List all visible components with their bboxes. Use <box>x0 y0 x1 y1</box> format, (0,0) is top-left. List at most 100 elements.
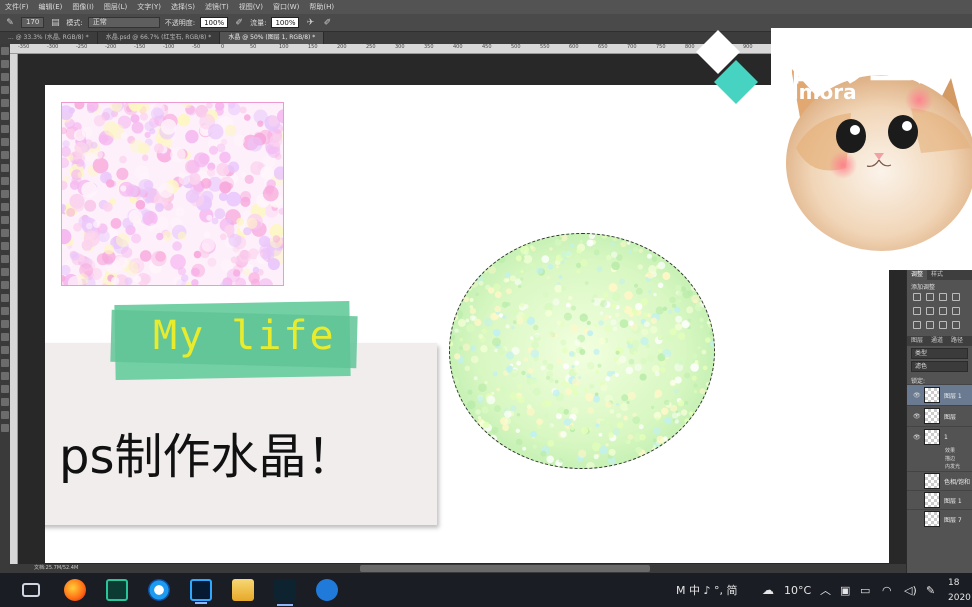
layer-row[interactable]: 👁 图层 1 <box>907 384 972 405</box>
layer-row[interactable]: 色相/饱和 <box>907 471 972 490</box>
tab-layers[interactable]: 图层 <box>907 336 927 346</box>
tool-button-icon[interactable] <box>1 268 9 276</box>
visibility-eye-icon[interactable]: 👁 <box>913 392 921 399</box>
menu-item[interactable]: 文件(F) <box>0 2 34 12</box>
posterize-icon[interactable] <box>926 321 934 329</box>
tool-button-icon[interactable] <box>1 346 9 354</box>
tab-doc-2[interactable]: 水晶.psd @ 66.7% (红宝石, RGB/8) * <box>98 32 221 44</box>
pen-icon[interactable]: ✎ <box>926 573 935 607</box>
menu-item[interactable]: 视图(V) <box>234 2 268 12</box>
levels-icon[interactable] <box>926 293 934 301</box>
curves-icon[interactable] <box>939 293 947 301</box>
tray-chevron-icon[interactable]: ︿ <box>820 573 831 607</box>
tool-button-icon[interactable] <box>1 138 9 146</box>
layer-effects-label[interactable]: 效果 <box>907 447 972 455</box>
brightness-icon[interactable] <box>913 293 921 301</box>
file-explorer-icon[interactable] <box>232 579 254 601</box>
tab-styles[interactable]: 样式 <box>927 270 947 280</box>
audition-icon[interactable] <box>106 579 128 601</box>
layer-row[interactable]: 图层 7 <box>907 509 972 528</box>
tool-button-icon[interactable] <box>1 177 9 185</box>
tab-paths[interactable]: 路径 <box>947 336 967 346</box>
battery-icon[interactable]: ▭ <box>860 573 870 607</box>
tool-button-icon[interactable] <box>1 385 9 393</box>
tool-button-icon[interactable] <box>1 112 9 120</box>
black-white-icon[interactable] <box>952 307 960 315</box>
flow-field[interactable]: 100% <box>271 17 300 28</box>
tool-button-icon[interactable] <box>1 203 9 211</box>
layer-row[interactable]: 👁 图层 <box>907 405 972 426</box>
vibrance-icon[interactable] <box>913 307 921 315</box>
brush-panel-icon[interactable]: ▤ <box>49 17 61 29</box>
brush-size-picker[interactable]: 170 <box>21 17 45 28</box>
tool-button-icon[interactable] <box>1 411 9 419</box>
tool-button-icon[interactable] <box>1 164 9 172</box>
tool-button-icon[interactable] <box>1 294 9 302</box>
hue-saturation-icon[interactable] <box>926 307 934 315</box>
weather-icon[interactable]: ☁ <box>762 573 774 607</box>
tray-app-icon[interactable]: ▣ <box>840 573 850 607</box>
photoshop-icon[interactable] <box>190 579 212 604</box>
airbrush-icon[interactable]: ✈ <box>304 17 316 29</box>
tool-button-icon[interactable] <box>1 229 9 237</box>
clock-date[interactable]: 2020 <box>948 581 971 607</box>
tab-doc-1[interactable]: ... @ 33.3% (水晶, RGB/8) * <box>0 32 98 44</box>
brush-tool-icon[interactable]: ✎ <box>4 17 16 29</box>
tool-button-icon[interactable] <box>1 255 9 263</box>
tool-button-icon[interactable] <box>1 47 9 55</box>
tool-button-icon[interactable] <box>1 398 9 406</box>
horizontal-scrollbar[interactable] <box>110 564 906 573</box>
tool-button-icon[interactable] <box>1 372 9 380</box>
ime-indicator[interactable]: M 中 ♪ °, 简 <box>676 573 738 607</box>
visibility-eye-icon[interactable]: 👁 <box>913 434 921 441</box>
menu-item[interactable]: 图层(L) <box>99 2 132 12</box>
threshold-icon[interactable] <box>939 321 947 329</box>
tool-button-icon[interactable] <box>1 151 9 159</box>
opacity-field[interactable]: 100% <box>200 17 229 28</box>
tool-button-icon[interactable] <box>1 73 9 81</box>
menu-item[interactable]: 图像(I) <box>67 2 99 12</box>
menu-item[interactable]: 帮助(H) <box>304 2 339 12</box>
mode-select[interactable]: 正常 <box>87 17 160 28</box>
layer-kind-filter[interactable]: 类型 <box>911 348 968 359</box>
invert-icon[interactable] <box>913 321 921 329</box>
tool-button-icon[interactable] <box>1 242 9 250</box>
layer-row[interactable]: 图层 1 <box>907 490 972 509</box>
menu-item[interactable]: 编辑(E) <box>34 2 68 12</box>
color-balance-icon[interactable] <box>939 307 947 315</box>
wifi-icon[interactable]: ◠ <box>882 573 892 607</box>
tool-button-icon[interactable] <box>1 359 9 367</box>
exposure-icon[interactable] <box>952 293 960 301</box>
tool-button-icon[interactable] <box>1 125 9 133</box>
weather-temp[interactable]: 10°C <box>784 573 811 607</box>
menu-item[interactable]: 文字(Y) <box>132 2 166 12</box>
tool-button-icon[interactable] <box>1 333 9 341</box>
menu-item[interactable]: 滤镜(T) <box>200 2 234 12</box>
filmora-icon[interactable] <box>274 579 296 606</box>
clock-app-icon[interactable] <box>316 579 338 601</box>
tool-button-icon[interactable] <box>1 320 9 328</box>
document-canvas[interactable]: My life ps制作水晶！ <box>45 85 889 563</box>
tool-button-icon[interactable] <box>1 424 9 432</box>
effect-stroke[interactable]: 描边 <box>907 455 972 463</box>
tab-adjustments[interactable]: 调整 <box>907 270 928 280</box>
tab-doc-3[interactable]: 水晶 @ 50% (图层 1, RGB/8) * <box>220 32 325 44</box>
scroll-thumb[interactable] <box>360 565 650 572</box>
layer-row[interactable]: 👁 1 <box>907 426 972 447</box>
tool-button-icon[interactable] <box>1 216 9 224</box>
tab-channels[interactable]: 通道 <box>927 336 947 346</box>
menu-item[interactable]: 窗口(W) <box>268 2 304 12</box>
pressure-opacity-icon[interactable]: ✐ <box>233 17 245 29</box>
tool-button-icon[interactable] <box>1 307 9 315</box>
tool-button-icon[interactable] <box>1 99 9 107</box>
quicktime-icon[interactable] <box>148 579 170 601</box>
blend-mode-select[interactable]: 滤色 <box>911 361 968 372</box>
gradient-map-icon[interactable] <box>952 321 960 329</box>
firefox-icon[interactable] <box>64 579 86 601</box>
tool-button-icon[interactable] <box>1 281 9 289</box>
visibility-eye-icon[interactable]: 👁 <box>913 413 921 420</box>
tool-button-icon[interactable] <box>1 190 9 198</box>
effect-inner-glow[interactable]: 内发光 <box>907 463 972 471</box>
pressure-size-icon[interactable]: ✐ <box>321 17 333 29</box>
menu-item[interactable]: 选择(S) <box>166 2 200 12</box>
